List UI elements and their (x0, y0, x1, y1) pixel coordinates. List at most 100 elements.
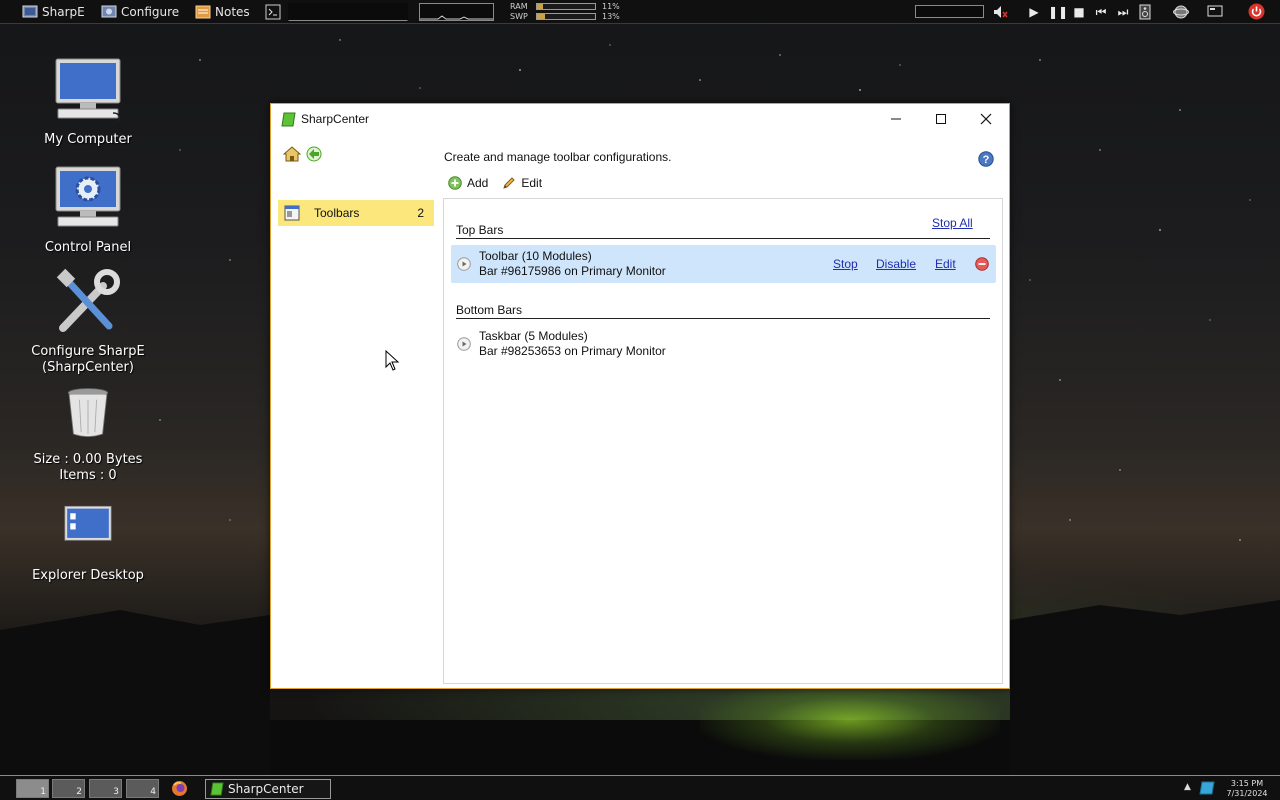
sharpcenter-app-icon (281, 112, 296, 127)
configure-label: Configure (121, 5, 180, 19)
edit-button[interactable]: Edit (502, 176, 542, 190)
ram-label: RAM (510, 2, 528, 11)
pause-icon[interactable]: ❚❚ (1048, 4, 1068, 20)
sidebar-item-count: 2 (417, 206, 424, 220)
swp-meter (536, 13, 596, 20)
main-content: Create and manage toolbar configurations… (443, 134, 1009, 688)
bar-subtitle: Bar #98253653 on Primary Monitor (479, 344, 666, 358)
configure-sharpe-label-2: (SharpCenter) (42, 360, 134, 375)
recycle-bin-icon (67, 388, 109, 437)
desktop-icon-explorer-desktop[interactable]: Explorer Desktop (13, 504, 163, 584)
explorer-desktop-icon (64, 505, 112, 541)
back-icon[interactable] (305, 146, 323, 162)
home-icon[interactable] (283, 146, 301, 162)
action-bar: Add Edit (448, 176, 542, 190)
clock-time: 3:15 PM (1230, 779, 1264, 788)
minimize-icon (891, 118, 901, 120)
taskbar-task-sharpcenter[interactable]: SharpCenter (205, 779, 331, 799)
minimize-button[interactable] (873, 104, 919, 134)
sidebar-item-toolbars[interactable]: Toolbars 2 (278, 200, 434, 226)
taskbar: 1 2 3 4 SharpCenter ▲ 3:15 PM 7/31/2024 (0, 775, 1280, 800)
workspace-2[interactable]: 2 (52, 779, 85, 798)
desktop-icon-control-panel[interactable]: Control Panel (13, 164, 163, 256)
toolbars-icon (284, 205, 300, 221)
desktop-icon-configure-sharpe[interactable]: Configure SharpE (SharpCenter) (13, 268, 163, 376)
desktop-icon-my-computer[interactable]: My Computer (13, 56, 163, 148)
bar-subtitle: Bar #96175986 on Primary Monitor (479, 264, 666, 278)
bottom-bars-heading: Bottom Bars (456, 303, 523, 317)
bar-row-taskbar[interactable]: Taskbar (5 Modules) Bar #98253653 on Pri… (451, 325, 996, 363)
terminal-icon (265, 4, 281, 20)
sidebar-item-label: Toolbars (314, 206, 360, 220)
notes-launcher[interactable]: Notes (195, 3, 250, 21)
top-bar: SharpE Configure Notes RAM SWP 11% 13% ▶… (0, 0, 1280, 24)
mute-icon[interactable] (992, 4, 1008, 20)
bars-panel: Top Bars Stop All Toolbar (10 Modules) B… (443, 198, 1003, 684)
ram-percent: 11% (602, 2, 620, 11)
cpu-graph-line (420, 15, 493, 20)
maximize-button[interactable] (918, 104, 964, 134)
media-player-icon[interactable] (1137, 4, 1153, 20)
control-panel-icon (55, 166, 121, 227)
notes-icon (195, 5, 211, 19)
bar-row-toolbar[interactable]: Toolbar (10 Modules) Bar #96175986 on Pr… (451, 245, 996, 283)
nav-icons (283, 146, 323, 162)
workspace-4[interactable]: 4 (126, 779, 159, 798)
task-label: SharpCenter (228, 782, 304, 796)
clock-date: 7/31/2024 (1226, 789, 1268, 798)
notes-label: Notes (215, 5, 250, 19)
disable-link[interactable]: Disable (876, 257, 916, 271)
recycle-items-label: Items : 0 (59, 468, 117, 483)
tray-app-icon[interactable] (1199, 780, 1215, 796)
network-icon[interactable] (1173, 4, 1189, 20)
tray-expand-icon[interactable]: ▲ (1184, 782, 1191, 792)
clock[interactable]: 3:15 PM 7/31/2024 (1222, 779, 1272, 799)
add-icon (448, 176, 462, 190)
remove-icon[interactable] (975, 257, 989, 271)
edit-link[interactable]: Edit (935, 257, 956, 271)
window-titlebar[interactable]: SharpCenter (271, 104, 1009, 134)
top-bars-heading: Top Bars (456, 223, 504, 237)
previous-icon[interactable]: ⏮ (1093, 4, 1109, 20)
add-button[interactable]: Add (448, 176, 488, 190)
play-circle-icon[interactable] (457, 337, 471, 351)
volume-slider[interactable] (915, 5, 984, 18)
sharpe-label: SharpE (42, 5, 85, 19)
stop-icon[interactable]: ■ (1071, 4, 1087, 20)
sharpe-icon (22, 5, 38, 18)
stop-link[interactable]: Stop (833, 257, 858, 271)
mouse-cursor-icon (385, 350, 400, 371)
workspace-1[interactable]: 1 (16, 779, 49, 798)
workspace-3[interactable]: 3 (89, 779, 122, 798)
desktop-icon-recycle-bin[interactable]: Size : 0.00 Bytes Items : 0 (13, 386, 163, 484)
maximize-icon (936, 114, 946, 124)
help-icon[interactable]: ? (978, 151, 994, 167)
play-circle-icon[interactable] (457, 257, 471, 271)
command-input[interactable] (288, 3, 408, 21)
swp-label: SWP (510, 12, 528, 21)
bottom-bars-divider (456, 318, 990, 319)
close-button[interactable] (963, 104, 1009, 134)
next-icon[interactable]: ⏭ (1115, 4, 1131, 20)
sidebar: Toolbars 2 (271, 134, 437, 688)
add-label: Add (467, 176, 489, 190)
pencil-icon (503, 177, 516, 189)
configure-launcher[interactable]: Configure (101, 3, 179, 21)
power-icon[interactable] (1248, 3, 1265, 20)
stop-all-link[interactable]: Stop All (932, 216, 973, 230)
firefox-icon[interactable] (171, 780, 188, 797)
configure-icon (101, 5, 117, 18)
window-title: SharpCenter (301, 112, 370, 126)
my-computer-label: My Computer (44, 132, 132, 147)
recycle-size-label: Size : 0.00 Bytes (33, 452, 143, 467)
close-icon (980, 113, 992, 125)
tools-icon (56, 268, 120, 332)
page-description: Create and manage toolbar configurations… (444, 150, 672, 164)
terminal-button[interactable] (265, 3, 281, 21)
ram-meter-fill (537, 4, 544, 9)
sharpe-launcher[interactable]: SharpE (22, 3, 85, 21)
play-icon[interactable]: ▶ (1026, 4, 1042, 20)
svg-text:?: ? (983, 154, 990, 166)
display-icon[interactable] (1207, 4, 1223, 20)
swp-meter-fill (537, 14, 545, 19)
